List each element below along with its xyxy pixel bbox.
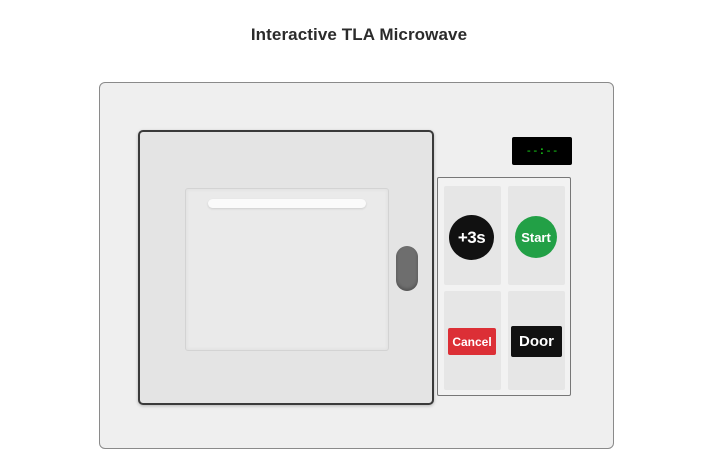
page-title: Interactive TLA Microwave <box>250 25 468 44</box>
door-button[interactable]: Door <box>511 326 562 357</box>
door-window <box>185 188 389 351</box>
page: Interactive TLA Microwave --:-- +3s Star… <box>0 0 718 460</box>
start-button[interactable]: Start <box>515 216 557 258</box>
timer-display: --:-- <box>512 137 572 165</box>
window-glare <box>208 199 366 208</box>
add-3-seconds-button[interactable]: +3s <box>449 215 494 260</box>
cancel-button[interactable]: Cancel <box>448 328 496 355</box>
door-handle[interactable] <box>396 246 418 291</box>
